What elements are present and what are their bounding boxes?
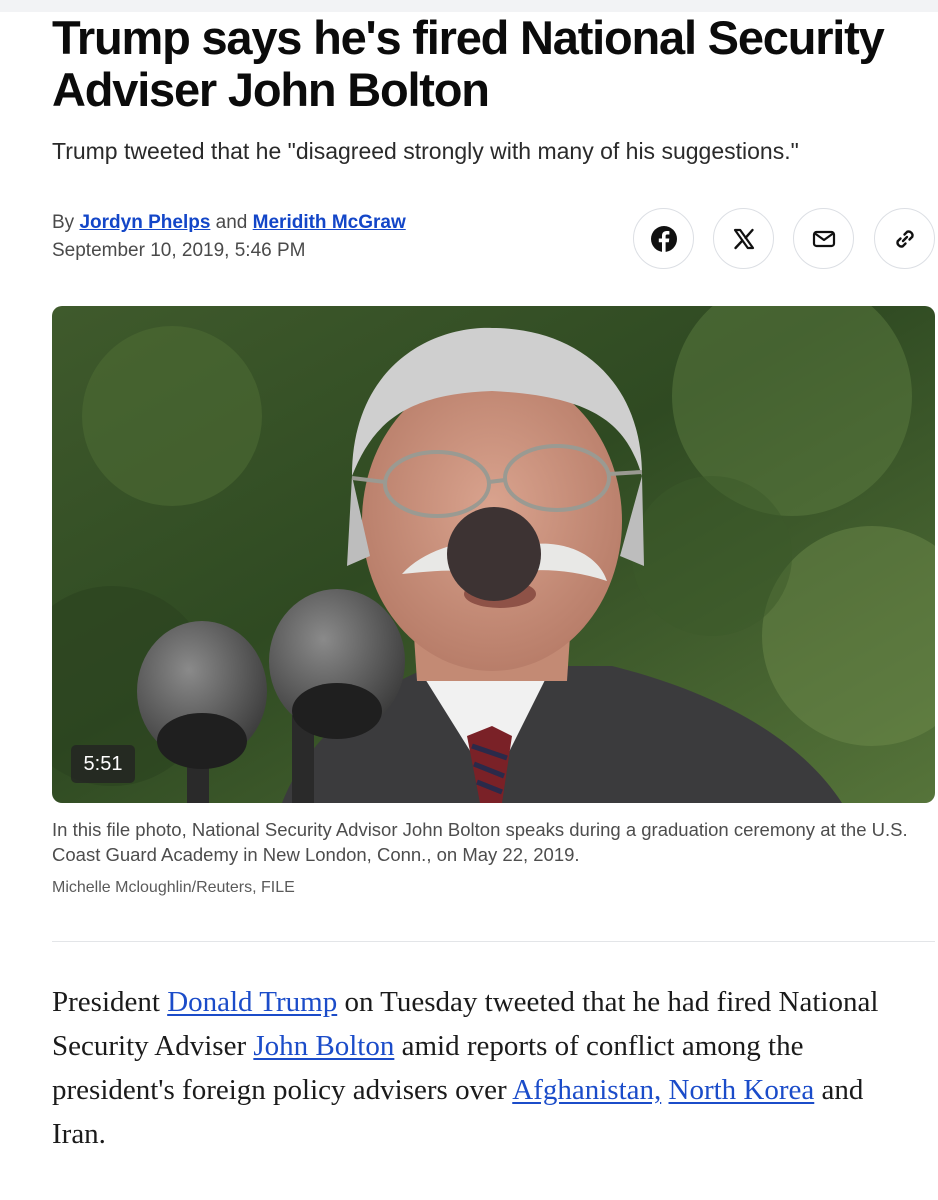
photo-caption: In this file photo, National Security Ad…: [52, 819, 908, 865]
body-link-donald-trump[interactable]: Donald Trump: [167, 986, 337, 1018]
article-body-paragraph: President Donald Trump on Tuesday tweete…: [52, 980, 922, 1156]
byline-joiner: and: [215, 212, 248, 233]
facebook-icon: [650, 225, 677, 252]
subheadline: Trump tweeted that he "disagreed strongl…: [52, 138, 799, 164]
article-video-thumbnail[interactable]: [52, 306, 935, 803]
x-icon: [733, 228, 754, 249]
share-email-button[interactable]: [793, 208, 854, 269]
timestamp: September 10, 2019, 5:46 PM: [52, 240, 306, 261]
copy-link-button[interactable]: [874, 208, 935, 269]
share-facebook-button[interactable]: [633, 208, 694, 269]
john-bolton-photo: [52, 306, 935, 803]
photo-credit: Michelle Mcloughlin/Reuters, FILE: [52, 879, 295, 896]
share-x-button[interactable]: [713, 208, 774, 269]
body-text: [661, 1074, 668, 1106]
body-link-afghanistan[interactable]: Afghanistan,: [512, 1074, 661, 1106]
author-link-jordyn-phelps[interactable]: Jordyn Phelps: [79, 212, 210, 233]
mail-icon: [812, 230, 835, 247]
body-link-north-korea[interactable]: North Korea: [669, 1074, 815, 1106]
video-duration-badge: 5:51: [71, 745, 135, 783]
author-link-meridith-mcgraw[interactable]: Meridith McGraw: [253, 212, 406, 233]
divider: [52, 941, 935, 942]
byline-prefix: By: [52, 212, 75, 233]
link-icon: [895, 229, 914, 248]
body-text: President: [52, 986, 168, 1018]
body-link-john-bolton[interactable]: John Bolton: [253, 1030, 394, 1062]
byline: By Jordyn Phelps and Meridith McGraw: [52, 210, 406, 236]
headline: Trump says he's fired National Security …: [52, 11, 885, 116]
